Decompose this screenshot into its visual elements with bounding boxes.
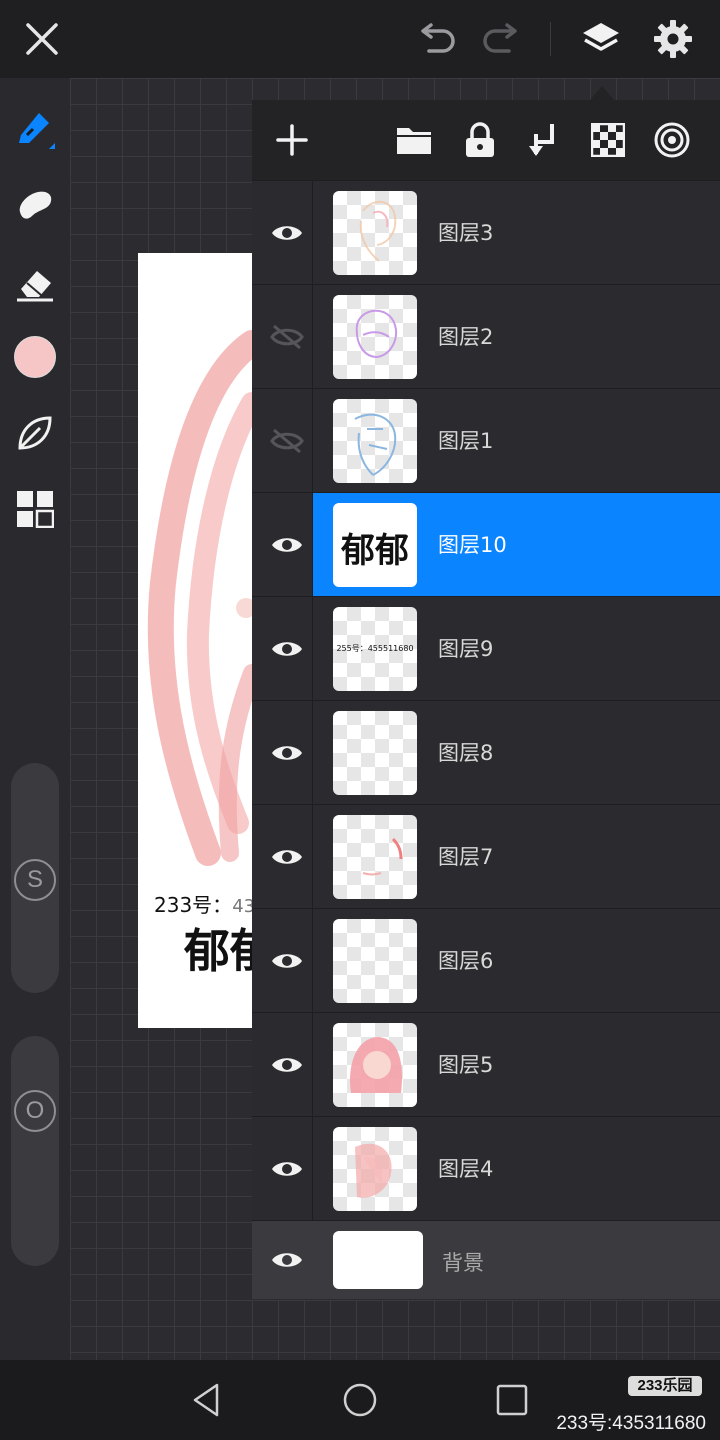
eye-hidden-icon[interactable] <box>262 312 312 362</box>
eye-icon[interactable] <box>262 832 312 882</box>
artwork-id-label: 233号： <box>154 893 233 917</box>
row-divider <box>312 1013 313 1117</box>
size-slider-knob[interactable]: S <box>14 859 56 901</box>
row-divider <box>312 805 313 909</box>
watermark-logo: 233乐园 <box>628 1376 702 1396</box>
back-nav-icon[interactable] <box>184 1378 228 1422</box>
undo-icon[interactable] <box>412 14 462 64</box>
layer-thumbnail: 郁郁 <box>333 503 417 587</box>
layer-name: 图层10 <box>438 533 507 557</box>
layer-name: 图层8 <box>438 741 494 765</box>
grid-icon[interactable] <box>10 484 60 534</box>
eye-icon[interactable] <box>262 520 312 570</box>
layer-thumbnail <box>333 191 417 275</box>
eye-icon[interactable] <box>262 728 312 778</box>
redo-icon[interactable] <box>476 14 526 64</box>
layer-thumbnail: 255号：455511680 <box>333 607 417 691</box>
leaf-icon[interactable] <box>10 408 60 458</box>
eye-icon[interactable] <box>262 208 312 258</box>
eye-icon[interactable] <box>262 624 312 674</box>
eraser-icon[interactable] <box>10 258 60 308</box>
lock-icon[interactable] <box>455 115 505 165</box>
row-divider <box>312 493 313 597</box>
eye-icon[interactable] <box>262 1235 312 1285</box>
layer-thumbnail <box>333 815 417 899</box>
layer-row[interactable]: 图层7 <box>252 804 720 909</box>
gear-icon[interactable] <box>648 14 698 64</box>
layer-name: 图层7 <box>438 845 494 869</box>
watermark-text: 233号:435311680 <box>556 1413 706 1434</box>
home-nav-icon[interactable] <box>338 1378 382 1422</box>
background-layer-row[interactable]: 背景 <box>252 1220 720 1299</box>
artwork-id-number: 435311680 <box>232 896 252 917</box>
row-divider <box>312 1117 313 1221</box>
thumbnail-text: 255号：455511680 <box>336 644 414 653</box>
layer-row[interactable]: 255号：455511680 图层9 <box>252 596 720 701</box>
layer-name: 背景 <box>442 1251 484 1275</box>
row-divider <box>312 909 313 1013</box>
row-divider <box>312 389 313 493</box>
layer-row[interactable]: 图层8 <box>252 700 720 805</box>
layer-thumbnail <box>333 711 417 795</box>
color-swatch[interactable] <box>10 332 60 382</box>
current-color-icon <box>14 336 56 378</box>
brush-icon[interactable] <box>10 102 60 152</box>
eye-icon[interactable] <box>262 936 312 986</box>
layer-row[interactable]: 图层1 <box>252 388 720 493</box>
eye-icon[interactable] <box>262 1040 312 1090</box>
layer-thumbnail <box>333 1127 417 1211</box>
layer-row[interactable]: 图层5 <box>252 1012 720 1117</box>
layers-icon[interactable] <box>576 14 626 64</box>
layer-row[interactable]: 图层4 <box>252 1116 720 1221</box>
smudge-icon[interactable] <box>10 180 60 230</box>
thumbnail-text: 郁郁 <box>341 531 409 571</box>
artwork-id-text: 233号：435311680 <box>154 889 252 918</box>
layer-name: 图层3 <box>438 221 494 245</box>
recents-nav-icon[interactable] <box>490 1378 534 1422</box>
opacity-slider[interactable]: O <box>11 1036 59 1266</box>
artwork-title-text: 郁郁 <box>184 924 252 978</box>
layers-panel: 图层3 图层2 图层1 郁郁 图层10 255号：455511680 图层9 图层8 图层7 图层… <box>252 100 720 1300</box>
panel-pointer <box>590 86 614 100</box>
row-divider <box>312 181 313 285</box>
row-divider <box>312 597 313 701</box>
close-icon[interactable] <box>17 14 67 64</box>
artwork-canvas[interactable]: 233号：435311680 郁郁 <box>138 253 252 1028</box>
layer-name: 图层6 <box>438 949 494 973</box>
add-icon[interactable] <box>267 115 317 165</box>
layer-name: 图层5 <box>438 1053 494 1077</box>
layer-thumbnail <box>333 1023 417 1107</box>
layer-thumbnail <box>333 919 417 1003</box>
layer-name: 图层1 <box>438 429 494 453</box>
layer-name: 图层2 <box>438 325 494 349</box>
row-divider <box>312 285 313 389</box>
layers-panel-toolbar <box>252 100 720 180</box>
target-icon[interactable] <box>647 115 697 165</box>
background-thumbnail <box>333 1231 423 1289</box>
eye-icon[interactable] <box>262 1144 312 1194</box>
layer-name: 图层4 <box>438 1157 494 1181</box>
layer-row[interactable]: 郁郁 图层10 <box>252 492 720 597</box>
brush-size-slider[interactable]: S <box>11 763 59 993</box>
folder-icon[interactable] <box>389 115 439 165</box>
left-toolbar: S O <box>0 78 70 1360</box>
layer-thumbnail <box>333 295 417 379</box>
checkerboard-icon[interactable] <box>583 115 633 165</box>
toolbar-divider <box>550 22 551 56</box>
layer-row[interactable]: 图层2 <box>252 284 720 389</box>
layer-row[interactable]: 图层6 <box>252 908 720 1013</box>
eye-hidden-icon[interactable] <box>262 416 312 466</box>
opacity-slider-knob[interactable]: O <box>14 1090 56 1132</box>
top-toolbar <box>0 0 720 78</box>
merge-down-icon[interactable] <box>519 115 569 165</box>
row-divider <box>312 701 313 805</box>
layer-thumbnail <box>333 399 417 483</box>
layer-row[interactable]: 图层3 <box>252 180 720 285</box>
layer-name: 图层9 <box>438 637 494 661</box>
